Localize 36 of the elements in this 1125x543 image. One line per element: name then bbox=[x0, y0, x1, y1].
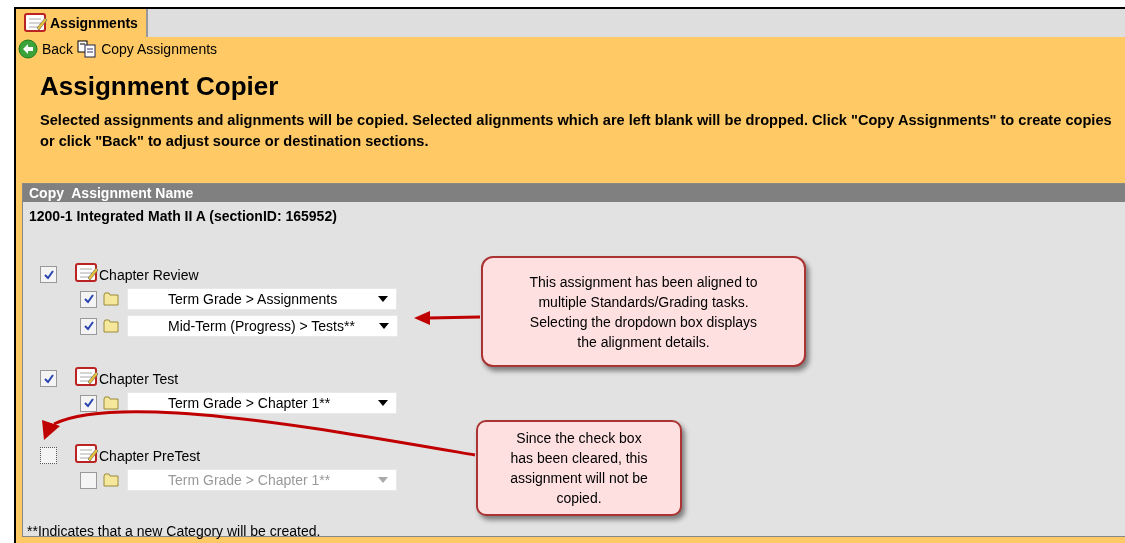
assignment-name: Chapter Test bbox=[99, 371, 179, 387]
back-button[interactable]: Back bbox=[18, 38, 74, 60]
copy-icon bbox=[77, 40, 98, 58]
caret-icon bbox=[378, 400, 388, 406]
assignments-tab[interactable]: Assignments bbox=[16, 9, 148, 37]
assignment-name: Chapter PreTest bbox=[99, 448, 201, 464]
callout: Since the check box has been cleared, this assignment will not be copied. bbox=[476, 420, 682, 516]
dropdown[interactable]: Term Grade > Assignments bbox=[127, 288, 397, 310]
caret-icon bbox=[378, 477, 388, 483]
folder-icon bbox=[103, 319, 119, 333]
notebook-icon bbox=[75, 263, 99, 283]
notebook-icon bbox=[24, 13, 48, 33]
table-header: Copy Assignment Name bbox=[23, 184, 1125, 202]
checkbox[interactable] bbox=[40, 370, 57, 387]
checkbox[interactable] bbox=[80, 317, 97, 335]
copy-button[interactable]: Copy Assignments bbox=[77, 38, 218, 60]
callout: This assignment has been aligned to multiple Standards/Grading tasks. Selecting the dropdown box displays the alignment details. bbox=[481, 256, 806, 367]
dropdown[interactable]: Mid-Term (Progress) > Tests** bbox=[127, 315, 398, 337]
footnote-text: **Indicates that a new Category will be created. bbox=[27, 522, 321, 541]
checkbox[interactable] bbox=[40, 266, 57, 283]
arrow bbox=[414, 311, 481, 325]
checkbox[interactable] bbox=[80, 394, 97, 412]
page-title: Assignment Copier bbox=[40, 70, 280, 103]
folder-icon bbox=[103, 396, 119, 410]
folder-icon bbox=[103, 473, 119, 487]
notebook-icon bbox=[75, 444, 99, 464]
caret-icon bbox=[378, 296, 388, 302]
notebook-icon bbox=[75, 367, 99, 387]
description-text: Selected assignments and alignments will be copied. Selected alignments which are left blank will be dropped. Click "Copy Assignments" to create copies or click "Back" to adjust source or destination sections. bbox=[40, 111, 1113, 151]
section-title: 1200-1 Integrated Math II A (sectionID: 165952) bbox=[28, 207, 338, 226]
checkbox[interactable] bbox=[40, 447, 57, 464]
dropdown[interactable]: Term Grade > Chapter 1** bbox=[127, 392, 397, 414]
assignment-name: Chapter Review bbox=[99, 267, 199, 283]
folder-icon bbox=[103, 292, 119, 306]
checkbox[interactable] bbox=[80, 290, 97, 308]
caret-icon bbox=[378, 323, 389, 329]
